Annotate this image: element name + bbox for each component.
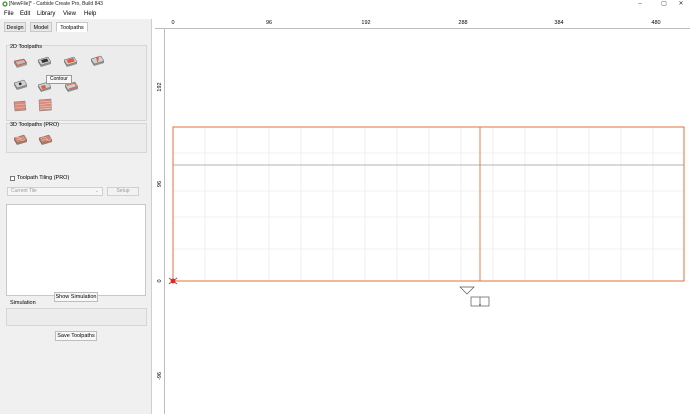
stepover-icon[interactable] bbox=[37, 98, 53, 112]
current-tile-value: Current Tile bbox=[11, 188, 37, 194]
menu-library[interactable]: Library bbox=[37, 10, 55, 18]
ruler-top-label: 288 bbox=[458, 20, 468, 26]
toolpaths-3d-title: 3D Toolpaths (PRO) bbox=[10, 122, 60, 128]
current-tile-select[interactable]: Current Tile ⌄ bbox=[7, 187, 103, 196]
ruler-top-label: 192 bbox=[361, 20, 371, 26]
thread-icon[interactable] bbox=[12, 99, 28, 113]
menu-edit[interactable]: Edit bbox=[20, 10, 30, 18]
drill-icon[interactable] bbox=[12, 77, 28, 91]
menu-help[interactable]: Help bbox=[84, 10, 96, 18]
tab-model[interactable]: Model bbox=[30, 22, 52, 32]
ruler-left-label: 96 bbox=[157, 180, 163, 188]
window-title: [NewFile]* - Carbide Create Pro, Build 8… bbox=[9, 1, 103, 7]
ruler-top-label: 0 bbox=[171, 20, 175, 26]
ruler-left-label: 192 bbox=[157, 82, 163, 92]
close-button[interactable]: ✕ bbox=[674, 0, 688, 9]
tiling-checkbox-label: Toolpath Tiling (PRO) bbox=[17, 175, 70, 181]
3d-finish-icon[interactable] bbox=[37, 132, 53, 146]
setup-button[interactable]: Setup bbox=[107, 187, 139, 196]
save-toolpaths-button[interactable]: Save Toolpaths bbox=[55, 331, 97, 341]
design-canvas[interactable] bbox=[155, 19, 690, 414]
tab-toolpaths[interactable]: Toolpaths bbox=[56, 22, 88, 32]
menu-file[interactable]: File bbox=[4, 10, 14, 18]
toolpaths-2d-title: 2D Toolpaths bbox=[10, 44, 43, 50]
canvas-drawing bbox=[155, 126, 685, 307]
ruler-left: 192 96 0 -96 bbox=[155, 29, 165, 414]
vcarve-icon[interactable] bbox=[89, 53, 105, 67]
3d-rough-icon[interactable] bbox=[12, 132, 28, 146]
ruler-left-label: -96 bbox=[157, 372, 163, 380]
show-simulation-button[interactable]: Show Simulation bbox=[54, 292, 98, 302]
maximize-button[interactable]: ▢ bbox=[657, 0, 671, 9]
minimize-button[interactable]: – bbox=[633, 0, 647, 9]
tab-design[interactable]: Design bbox=[4, 22, 26, 32]
left-panel: Design Model Toolpaths 2D Toolpaths Cont… bbox=[0, 19, 152, 414]
ruler-top-label: 96 bbox=[265, 20, 273, 26]
tiling-checkbox[interactable] bbox=[10, 176, 15, 181]
ruler-top-label: 480 bbox=[651, 20, 661, 26]
contour-icon[interactable] bbox=[12, 55, 28, 69]
menu-bar: File Edit Library View Help bbox=[0, 9, 690, 19]
title-bar: [NewFile]* - Carbide Create Pro, Build 8… bbox=[0, 0, 690, 9]
ruler-top: 0 96 192 288 384 480 bbox=[155, 19, 690, 29]
contour-tooltip: Contour bbox=[46, 75, 72, 84]
ruler-left-label: 0 bbox=[157, 279, 163, 283]
menu-view[interactable]: View bbox=[63, 10, 76, 18]
ruler-top-label: 384 bbox=[554, 20, 564, 26]
texture-icon[interactable] bbox=[62, 54, 78, 68]
pocket-icon[interactable] bbox=[36, 54, 52, 68]
chevron-down-icon: ⌄ bbox=[94, 188, 99, 194]
simulation-section bbox=[6, 308, 147, 326]
simulation-label: Simulation bbox=[10, 300, 36, 306]
app-icon bbox=[2, 1, 8, 7]
toolpath-list[interactable] bbox=[6, 204, 146, 296]
